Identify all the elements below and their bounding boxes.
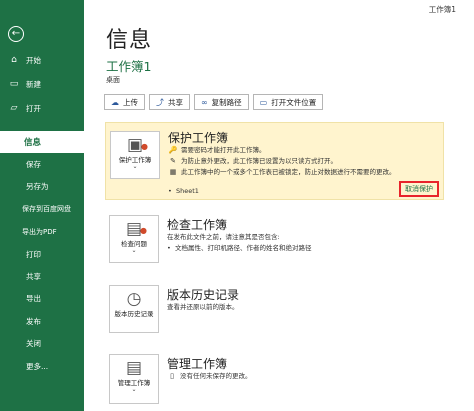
sidebar-item-new[interactable]: ▭ 新建	[0, 72, 84, 96]
inspect-workbook-section: ▤ ● 检查问题 ⌄ 检查工作簿 在发布此文件之前，请注意其是否包含: • 文档属…	[105, 213, 444, 271]
sidebar-item-save-baidu[interactable]: 保存到百度网盘	[0, 198, 84, 220]
upload-button[interactable]: ☁ 上传	[104, 94, 145, 110]
sidebar-item-home[interactable]: ⌂ 开始	[0, 48, 84, 72]
open-location-button[interactable]: ▭ 打开文件位置	[252, 94, 324, 110]
history-clock-icon: ◷	[126, 289, 142, 309]
sidebar-item-label: 新建	[26, 79, 41, 89]
sidebar-item-share[interactable]: 共享	[0, 265, 84, 287]
protect-workbook-button[interactable]: ▣ ● 保护工作簿 ⌄	[110, 131, 160, 179]
file-actions-toolbar: ☁ 上传 ⤴ 共享 ∞ 复制路径 ▭ 打开文件位置	[104, 94, 324, 110]
window-title: 工作簿1	[428, 5, 456, 14]
upload-label: 上传	[123, 97, 138, 107]
sidebar-item-export-pdf[interactable]: 导出为PDF	[0, 221, 84, 243]
sidebar-item-export[interactable]: 导出	[0, 288, 84, 310]
version-history-section: ◷ 版本历史记录 版本历史记录 查看并还原以前的版本。	[105, 283, 444, 335]
bullet-dot: •	[168, 187, 176, 195]
home-icon: ⌂	[11, 55, 17, 65]
manage-desc-text: 没有任何未保存的更改。	[180, 372, 252, 380]
sidebar-item-more[interactable]: 更多...	[0, 355, 84, 377]
back-arrow-icon[interactable]: ←	[8, 26, 24, 42]
chevron-down-icon: ⌄	[132, 163, 138, 170]
sheet-name: Sheet1	[175, 187, 199, 195]
version-history-title: 版本历史记录	[167, 288, 240, 302]
check-document-icon: ▤ ●	[125, 219, 148, 239]
manage-desc: ▯ 没有任何未保存的更改。	[167, 371, 252, 382]
sidebar-item-print[interactable]: 打印	[0, 243, 84, 265]
folder-open-icon: ▱	[10, 103, 18, 113]
protect-bullet: ✎ 为防止意外更改，此工作簿已设置为以只读方式打开。	[168, 156, 396, 167]
sidebar-item-publish[interactable]: 发布	[0, 310, 84, 332]
workbook-location: 桌面	[106, 76, 120, 84]
sheet-lock-icon: ▦	[169, 168, 177, 176]
document-icon: ▯	[170, 372, 174, 380]
protect-bullet-text: 需要密码才能打开此工作簿。	[181, 146, 266, 154]
copy-path-label: 复制路径	[211, 97, 242, 107]
version-history-button-label: 版本历史记录	[114, 310, 154, 318]
sidebar-item-label: 开始	[26, 55, 41, 65]
page-title: 信息	[106, 28, 153, 53]
folder-icon: ▭	[259, 97, 268, 107]
protect-bullets: 🔑 需要密码才能打开此工作簿。 ✎ 为防止意外更改，此工作簿已设置为以只读方式打…	[168, 145, 396, 178]
inspect-bullet-text: 文档属性、打印机路径、作者的姓名和绝对路径	[174, 244, 312, 252]
chevron-down-icon: ⌄	[131, 247, 137, 254]
nav-top: ⌂ 开始 ▭ 新建 ▱ 打开	[0, 48, 84, 120]
locked-sheet-item: • Sheet1	[168, 187, 199, 195]
backstage-view: ← ⌂ 开始 ▭ 新建 ▱ 打开 信息 保存 另存为 保存到百度网盘 导出为PD…	[0, 0, 474, 411]
protect-bullet: 🔑 需要密码才能打开此工作簿。	[168, 145, 396, 156]
version-history-button[interactable]: ◷ 版本历史记录	[109, 285, 159, 333]
sidebar-item-save-as[interactable]: 另存为	[0, 176, 84, 198]
sidebar-item-save[interactable]: 保存	[0, 153, 84, 175]
key-icon: 🔑	[168, 146, 178, 154]
protect-bullet: ▦ 此工作簿中的一个或多个工作表已被锁定，防止对数据进行不需要的更改。	[168, 167, 396, 178]
readonly-icon: ✎	[170, 157, 176, 165]
chevron-down-icon: ⌄	[131, 386, 137, 393]
sidebar: ← ⌂ 开始 ▭ 新建 ▱ 打开 信息 保存 另存为 保存到百度网盘 导出为PD…	[0, 0, 84, 411]
link-icon: ∞	[201, 97, 208, 107]
lock-icon: ▣ ●	[126, 135, 149, 155]
manage-document-icon: ▤	[125, 358, 143, 378]
manage-workbook-title: 管理工作簿	[167, 357, 228, 371]
protect-workbook-section: ▣ ● 保护工作簿 ⌄ 保护工作簿 🔑 需要密码才能打开此工作簿。 ✎ 为防止意外…	[105, 122, 444, 200]
inspect-bullet: • 文档属性、打印机路径、作者的姓名和绝对路径	[167, 243, 311, 254]
manage-workbook-section: ▤ 管理工作簿 ⌄ 管理工作簿 ▯ 没有任何未保存的更改。	[105, 352, 444, 404]
inspect-desc: 在发布此文件之前，请注意其是否包含: • 文档属性、打印机路径、作者的姓名和绝对…	[167, 232, 311, 254]
open-location-label: 打开文件位置	[271, 97, 317, 107]
version-history-desc: 查看并还原以前的版本。	[167, 303, 239, 311]
inspect-workbook-title: 检查工作簿	[167, 218, 228, 232]
share-icon: ⤴	[156, 97, 164, 107]
protect-bullet-text: 为防止意外更改，此工作簿已设置为以只读方式打开。	[181, 157, 337, 165]
manage-desc-row: ▯ 没有任何未保存的更改。	[167, 371, 252, 382]
sidebar-item-close[interactable]: 关闭	[0, 333, 84, 355]
sidebar-item-open[interactable]: ▱ 打开	[0, 96, 84, 120]
sidebar-item-label: 打开	[26, 103, 41, 113]
upload-icon: ☁	[111, 97, 119, 107]
inspect-intro: 在发布此文件之前，请注意其是否包含:	[167, 233, 280, 241]
new-file-icon: ▭	[9, 79, 19, 89]
workbook-name: 工作簿1	[106, 59, 152, 74]
nav-lower: 信息 保存 另存为 保存到百度网盘 导出为PDF 打印 共享 导出 发布 关闭 …	[0, 131, 84, 377]
copy-path-button[interactable]: ∞ 复制路径	[194, 94, 249, 110]
protect-workbook-title: 保护工作簿	[168, 131, 229, 145]
protect-bullet-text: 此工作簿中的一个或多个工作表已被锁定，防止对数据进行不需要的更改。	[181, 168, 396, 176]
unprotect-link[interactable]: 取消保护	[399, 181, 439, 197]
sidebar-item-info[interactable]: 信息	[0, 131, 84, 154]
share-button[interactable]: ⤴ 共享	[149, 94, 190, 110]
inspect-button[interactable]: ▤ ● 检查问题 ⌄	[109, 215, 159, 263]
bullet-dot: •	[167, 244, 175, 252]
manage-workbook-button[interactable]: ▤ 管理工作簿 ⌄	[109, 354, 159, 404]
share-label: 共享	[168, 97, 183, 107]
